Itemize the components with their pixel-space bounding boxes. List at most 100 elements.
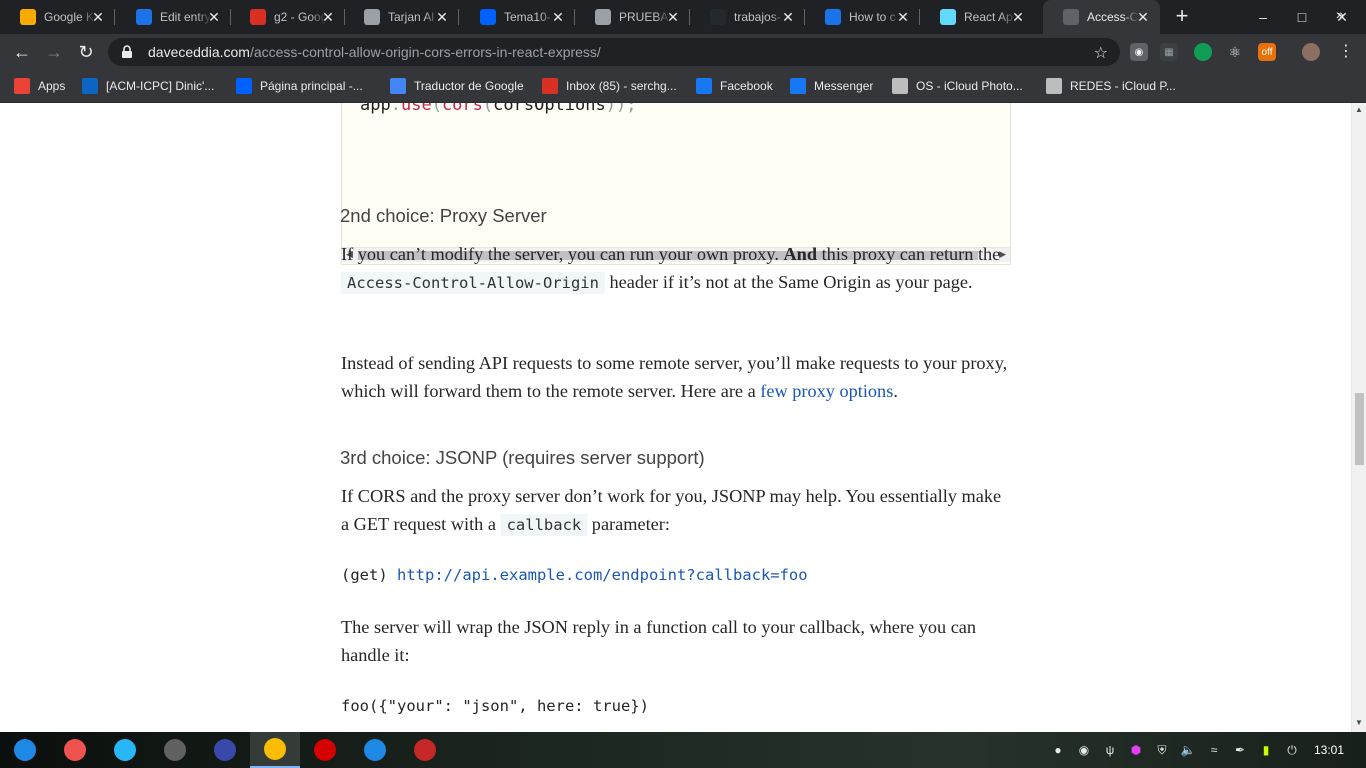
extension-icon[interactable]: ▦	[1160, 43, 1178, 61]
dropbox-icon	[480, 9, 496, 25]
system-monitor-icon	[214, 739, 236, 761]
linkedin-icon	[82, 78, 98, 94]
battery-icon[interactable]: ▮	[1258, 742, 1274, 758]
browser-toolbar: ← → ↻ daveceddia.com/access-control-allo…	[0, 34, 1366, 70]
browser-tab[interactable]: PRUEBA ✕	[575, 0, 690, 34]
menu-icon[interactable]: ⋮	[1334, 40, 1358, 64]
taskbar-app[interactable]	[150, 732, 200, 768]
clock[interactable]: 13:01	[1314, 743, 1344, 757]
tab-close-icon[interactable]: ✕	[781, 10, 795, 24]
extension-off-icon[interactable]: off	[1258, 43, 1276, 61]
browser-tab[interactable]: trabajos- ✕	[690, 0, 805, 34]
sublime-icon	[164, 739, 186, 761]
tab-title: Google Keep	[44, 10, 96, 24]
tab-close-icon[interactable]: ✕	[896, 10, 910, 24]
tab-close-icon[interactable]: ✕	[666, 10, 680, 24]
forward-button[interactable]: →	[42, 40, 66, 64]
react-devtools-icon[interactable]: ⚛	[1226, 43, 1244, 61]
browser-tab[interactable]: Google Keep✕	[0, 0, 115, 34]
bookmark-item[interactable]: [ACM-ICPC] Dinic'...	[82, 77, 214, 95]
usb-icon[interactable]: ψ	[1102, 742, 1118, 758]
bookmark-star-icon[interactable]: ☆	[1094, 43, 1108, 63]
tab-close-icon[interactable]: ✕	[321, 10, 335, 24]
browser-tab[interactable]: g2 - Google✕	[230, 0, 345, 34]
address-bar[interactable]: daveceddia.com/access-control-allow-orig…	[108, 38, 1120, 66]
taskbar-app[interactable]	[350, 732, 400, 768]
shield-icon[interactable]: ⛨	[1154, 742, 1170, 758]
browser-tab[interactable]: Tema10- ✕	[460, 0, 575, 34]
few-proxy-options-link[interactable]: few proxy options	[760, 381, 893, 401]
bookmark-item[interactable]: OS - iCloud Photo...	[892, 77, 1023, 95]
page-vertical-scrollbar[interactable]: ▲ ▼	[1351, 103, 1366, 732]
deepin-launcher-icon	[14, 739, 36, 761]
tab-close-icon[interactable]: ✕	[551, 10, 565, 24]
file-manager-icon	[114, 739, 136, 761]
notifications-icon[interactable]: ●	[1050, 742, 1066, 758]
tab-close-icon[interactable]: ✕	[1136, 10, 1150, 24]
url-host: daveceddia.com	[148, 44, 250, 60]
taskbar: ● ◉ ψ ⬢ ⛨ 🔈 ≈ ✒ ▮ ⏻ 13:01	[0, 732, 1366, 768]
browser-tab[interactable]: Access-C ✕	[1043, 0, 1160, 34]
endpoint-callback-link[interactable]: http://api.example.com/endpoint?callback…	[397, 566, 808, 584]
globe-icon	[364, 9, 380, 25]
tray-app-icon[interactable]: ⬢	[1128, 742, 1144, 758]
paragraph-proxy-requests: Instead of sending API requests to some …	[341, 353, 1008, 401]
taskbar-app[interactable]	[300, 732, 350, 768]
scroll-up-arrow-icon[interactable]: ▲	[1355, 105, 1363, 114]
taskbar-app[interactable]	[50, 732, 100, 768]
tray-app-icon[interactable]: ◉	[1076, 742, 1092, 758]
taskbar-app[interactable]	[200, 732, 250, 768]
tab-close-icon[interactable]: ✕	[1011, 10, 1025, 24]
get-request-example: (get) http://api.example.com/endpoint?ca…	[341, 566, 808, 584]
tab-close-icon[interactable]: ✕	[207, 10, 221, 24]
tab-title: Edit entry	[160, 10, 211, 24]
tab-close-icon[interactable]: ✕	[91, 10, 105, 24]
back-button[interactable]: ←	[10, 40, 34, 64]
daveceddia-icon	[1063, 9, 1079, 25]
profile-avatar[interactable]	[1302, 43, 1320, 61]
tab-title: g2 - Google	[274, 10, 326, 24]
bookmark-item[interactable]: Inbox (85) - serchg...	[542, 77, 677, 95]
tray-pen-icon[interactable]: ✒	[1232, 742, 1248, 758]
bookmark-label: [ACM-ICPC] Dinic'...	[106, 79, 215, 93]
lock-icon[interactable]	[120, 45, 134, 59]
bookmark-item[interactable]: REDES - iCloud P...	[1046, 77, 1176, 95]
apple-icon	[1046, 78, 1062, 94]
volume-icon[interactable]: 🔈	[1180, 742, 1196, 758]
taskbar-app[interactable]	[100, 732, 150, 768]
scrollbar-thumb[interactable]	[1355, 393, 1364, 465]
inline-code: Access-Control-Allow-Origin	[341, 272, 605, 294]
apps-grid-icon	[14, 78, 30, 94]
power-icon[interactable]: ⏻	[1284, 742, 1300, 758]
tab-strip: Google Keep✕Edit entry✕g2 - Google✕Tarja…	[0, 0, 1366, 34]
extension-icon[interactable]: ◉	[1130, 43, 1148, 61]
wifi-icon[interactable]: ≈	[1206, 742, 1222, 758]
extension-green-icon[interactable]	[1194, 43, 1212, 61]
browser-tab[interactable]: Tarjan Al ✕	[344, 0, 459, 34]
bookmark-label: OS - iCloud Photo...	[916, 79, 1023, 93]
bookmarks-overflow-icon[interactable]: »	[1336, 6, 1344, 22]
bookmark-item[interactable]: Messenger	[790, 77, 873, 95]
new-tab-button[interactable]: +	[1172, 5, 1192, 27]
react-icon	[940, 9, 956, 25]
bookmark-item[interactable]: Apps	[14, 77, 65, 95]
browser-tab[interactable]: How to c ✕	[805, 0, 920, 34]
apple-icon	[892, 78, 908, 94]
minimize-button[interactable]: –	[1254, 8, 1272, 26]
chart-icon	[136, 9, 152, 25]
browser-tab[interactable]: Edit entry ✕	[116, 0, 231, 34]
scroll-down-arrow-icon[interactable]: ▼	[1355, 718, 1363, 727]
reload-button[interactable]: ↻	[74, 40, 98, 64]
taskbar-app[interactable]	[0, 732, 50, 768]
bookmark-label: Apps	[38, 79, 66, 93]
taskbar-app[interactable]	[250, 732, 300, 768]
url-path: /access-control-allow-origin-cors-errors…	[249, 44, 601, 60]
bookmark-item[interactable]: Facebook	[696, 77, 773, 95]
tab-separator	[458, 9, 459, 25]
bookmark-item[interactable]: Traductor de Google	[390, 77, 524, 95]
browser-tab[interactable]: React Ap ✕	[920, 0, 1035, 34]
taskbar-app[interactable]	[400, 732, 450, 768]
bookmark-item[interactable]: Página principal -...	[236, 77, 363, 95]
maximize-button[interactable]: □	[1293, 8, 1311, 26]
tab-close-icon[interactable]: ✕	[435, 10, 449, 24]
